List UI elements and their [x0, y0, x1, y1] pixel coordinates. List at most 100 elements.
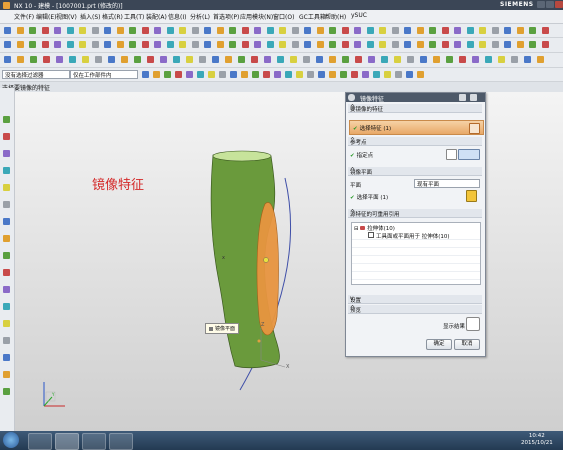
ok-button[interactable]: 确定	[426, 339, 452, 350]
section-reusable-references[interactable]: 源特征的可重用引用 ^	[348, 209, 482, 218]
menu-item-11[interactable]: 窗口(O)	[273, 12, 294, 21]
toolbar-tool-icon[interactable]	[116, 27, 124, 34]
toolbar-tool-icon[interactable]	[441, 41, 449, 48]
toolbar-tool-icon[interactable]	[329, 71, 336, 78]
toolbar-tool-icon[interactable]	[485, 56, 492, 63]
taskbar-app-nx[interactable]	[55, 433, 79, 450]
toolbar-tool-icon[interactable]	[355, 56, 362, 63]
resource-bar-icon[interactable]	[3, 320, 10, 327]
toolbar-tool-icon[interactable]	[4, 56, 11, 63]
toolbar-tool-icon[interactable]	[116, 41, 124, 48]
toolbar-tool-icon[interactable]	[173, 56, 180, 63]
toolbar-tool-icon[interactable]	[391, 27, 399, 34]
toolbar-tool-icon[interactable]	[373, 71, 380, 78]
toolbar-tool-icon[interactable]	[166, 41, 174, 48]
toolbar-tool-icon[interactable]	[541, 27, 549, 34]
toolbar-tool-icon[interactable]	[303, 56, 310, 63]
toolbar-tool-icon[interactable]	[41, 27, 49, 34]
toolbar-tool-icon[interactable]	[516, 27, 524, 34]
start-button[interactable]	[3, 432, 19, 448]
menu-item-6[interactable]: 装配(A)	[146, 12, 167, 21]
taskbar-app-explorer[interactable]	[82, 433, 106, 450]
dialog-close-icon[interactable]	[470, 94, 477, 101]
chevron-up-icon[interactable]: ^	[350, 137, 480, 144]
chevron-up-icon[interactable]: ^	[350, 305, 480, 312]
toolbar-tool-icon[interactable]	[16, 41, 24, 48]
toolbar-tool-icon[interactable]	[79, 41, 86, 48]
plane-type-dropdown[interactable]: 现有平面	[414, 179, 480, 188]
toolbar-tool-icon[interactable]	[29, 27, 36, 34]
resource-bar-icon[interactable]	[3, 235, 10, 242]
toolbar-tool-icon[interactable]	[164, 71, 171, 78]
toolbar-tool-icon[interactable]	[230, 71, 237, 78]
show-result-icon[interactable]	[466, 317, 480, 331]
selection-filter-dropdown[interactable]: 没有选择过滤器	[2, 70, 70, 79]
system-clock[interactable]: 10:42 2015/10/21	[521, 433, 553, 447]
gear-icon[interactable]	[348, 94, 355, 101]
toolbar-tool-icon[interactable]	[368, 56, 375, 63]
toolbar-tool-icon[interactable]	[266, 41, 274, 48]
toolbar-tool-icon[interactable]	[394, 56, 401, 63]
toolbar-tool-icon[interactable]	[56, 56, 63, 63]
toolbar-tool-icon[interactable]	[524, 56, 531, 63]
toolbar-tool-icon[interactable]	[537, 56, 544, 63]
toolbar-tool-icon[interactable]	[318, 71, 325, 78]
section-preview[interactable]: 预览 ^	[348, 305, 482, 314]
toolbar-tool-icon[interactable]	[366, 41, 374, 48]
resource-bar-icon[interactable]	[3, 388, 10, 395]
toolbar-tool-icon[interactable]	[504, 27, 511, 34]
toolbar-tool-icon[interactable]	[291, 41, 299, 48]
toolbar-tool-icon[interactable]	[121, 56, 128, 63]
toolbar-tool-icon[interactable]	[208, 71, 215, 78]
toolbar-tool-icon[interactable]	[316, 56, 323, 63]
resource-bar-icon[interactable]	[3, 150, 10, 157]
reset-icon[interactable]	[459, 94, 466, 101]
resource-bar-icon[interactable]	[3, 116, 10, 123]
toolbar-tool-icon[interactable]	[175, 71, 182, 78]
resource-bar-icon[interactable]	[3, 133, 10, 140]
resource-bar-icon[interactable]	[3, 337, 10, 344]
toolbar-tool-icon[interactable]	[541, 41, 549, 48]
toolbar-tool-icon[interactable]	[186, 71, 193, 78]
close-button[interactable]	[555, 1, 563, 8]
toolbar-tool-icon[interactable]	[186, 56, 193, 63]
toolbar-tool-icon[interactable]	[108, 56, 115, 63]
toolbar-tool-icon[interactable]	[191, 41, 199, 48]
chevron-down-icon[interactable]: v	[350, 295, 480, 302]
toolbar-tool-icon[interactable]	[91, 27, 99, 34]
toolbar-tool-icon[interactable]	[429, 27, 436, 34]
toolbar-tool-icon[interactable]	[329, 41, 336, 48]
taskbar-app-sogou[interactable]	[28, 433, 52, 450]
toolbar-tool-icon[interactable]	[395, 71, 402, 78]
menu-item-10[interactable]: 应用模块(N)	[240, 12, 273, 21]
toolbar-tool-icon[interactable]	[266, 27, 274, 34]
toolbar-tool-icon[interactable]	[104, 41, 111, 48]
section-settings[interactable]: 设置 v	[348, 295, 482, 304]
toolbar-tool-icon[interactable]	[229, 27, 236, 34]
toolbar-tool-icon[interactable]	[216, 27, 224, 34]
toolbar-tool-icon[interactable]	[241, 71, 248, 78]
toolbar-tool-icon[interactable]	[441, 27, 449, 34]
toolbar-tool-icon[interactable]	[416, 41, 424, 48]
resource-bar-icon[interactable]	[3, 286, 10, 293]
toolbar-tool-icon[interactable]	[354, 27, 361, 34]
toolbar-tool-icon[interactable]	[329, 56, 336, 63]
toolbar-tool-icon[interactable]	[417, 71, 424, 78]
toolbar-tool-icon[interactable]	[416, 27, 424, 34]
toolbar-tool-icon[interactable]	[238, 56, 245, 63]
menu-item-2[interactable]: 视图(V)	[56, 12, 77, 21]
resource-bar-icon[interactable]	[3, 252, 10, 259]
toolbar-tool-icon[interactable]	[17, 56, 24, 63]
toolbar-tool-icon[interactable]	[379, 41, 386, 48]
toolbar-tool-icon[interactable]	[479, 41, 486, 48]
menu-item-14[interactable]: ySUC	[351, 12, 367, 19]
toolbar-tool-icon[interactable]	[69, 56, 76, 63]
toolbar-tool-icon[interactable]	[454, 27, 461, 34]
toolbar-tool-icon[interactable]	[407, 56, 414, 63]
toolbar-tool-icon[interactable]	[516, 41, 524, 48]
toolbar-tool-icon[interactable]	[342, 56, 349, 63]
toolbar-tool-icon[interactable]	[43, 56, 50, 63]
toolbar-tool-icon[interactable]	[95, 56, 102, 63]
toolbar-tool-icon[interactable]	[459, 56, 466, 63]
toolbar-tool-icon[interactable]	[264, 56, 271, 63]
